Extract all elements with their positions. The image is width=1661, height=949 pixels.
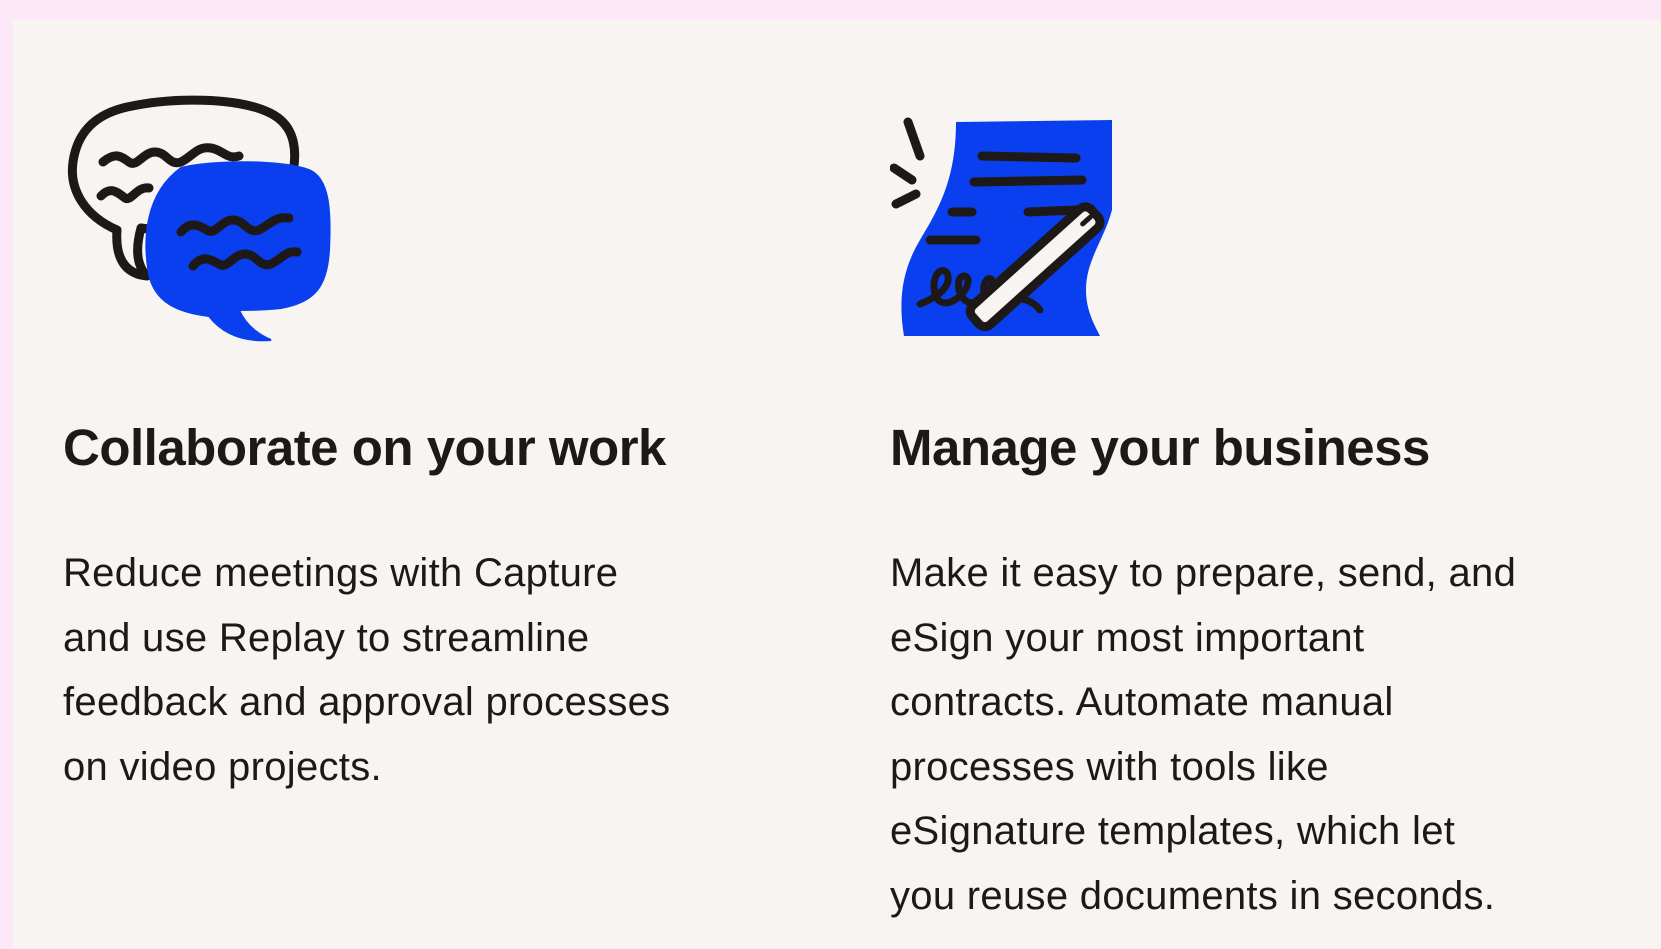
description-line: you reuse documents in seconds. <box>890 873 1496 918</box>
description-line: contracts. Automate manual <box>890 680 1394 724</box>
description-line: and use Replay to streamline <box>63 615 590 660</box>
description-line: on video projects. <box>63 744 382 789</box>
description-line: feedback and approval processes <box>63 680 671 724</box>
description-line: eSign your most important <box>890 615 1365 660</box>
signed-document-icon <box>890 117 1112 336</box>
description-line: processes with tools like <box>890 744 1329 789</box>
card-title: Collaborate on your work <box>63 419 666 476</box>
chat-bubbles-icon <box>67 95 331 342</box>
card-description: Reduce meetings with Capture and use Rep… <box>63 541 763 799</box>
description-line: eSignature templates, which let <box>890 809 1456 853</box>
description-line: Reduce meetings with Capture <box>63 551 619 595</box>
card-description: Make it easy to prepare, send, and eSign… <box>890 541 1610 928</box>
card-title: Manage your business <box>890 419 1430 476</box>
description-line: Make it easy to prepare, send, and <box>890 551 1517 595</box>
features-panel: Collaborate on your work Reduce meetings… <box>13 20 1661 949</box>
